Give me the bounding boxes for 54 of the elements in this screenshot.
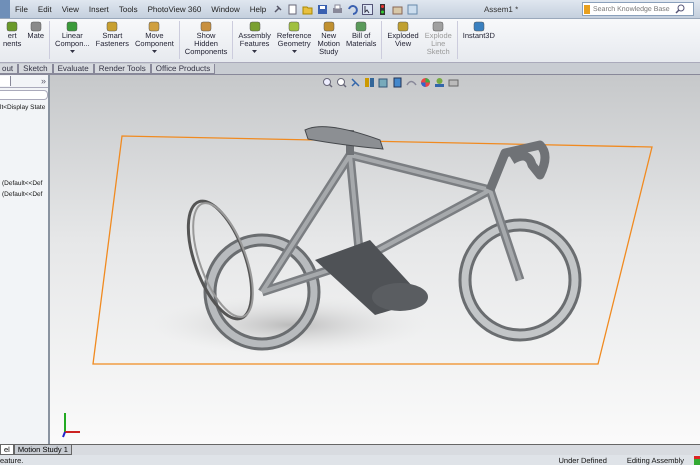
tool-icon (322, 21, 335, 32)
book-icon (583, 4, 591, 14)
command-tab[interactable]: out (0, 64, 18, 74)
appearance-icon[interactable] (420, 77, 431, 88)
menu-item[interactable]: Insert (84, 0, 114, 18)
print-icon[interactable] (332, 4, 344, 14)
dropdown-caret-icon (152, 50, 157, 54)
menu-item[interactable]: Window (206, 0, 245, 18)
tool-icon (30, 21, 42, 32)
open-folder-icon[interactable] (302, 4, 314, 14)
tool-icon (248, 21, 261, 32)
undo-icon[interactable] (347, 4, 358, 14)
command-tab[interactable]: Sketch (18, 64, 53, 74)
options-icon[interactable] (392, 4, 404, 14)
panel-tab[interactable] (0, 76, 11, 86)
menu-item[interactable]: PhotoView 360 (142, 0, 206, 18)
new-document-icon[interactable] (287, 4, 298, 14)
menu-item[interactable]: View (56, 0, 84, 18)
command-tab[interactable]: Evaluate (52, 64, 94, 74)
tool-icon (472, 21, 485, 32)
tool-icon (200, 21, 212, 32)
section-view-icon[interactable] (364, 77, 375, 88)
view-settings-icon[interactable] (448, 77, 459, 88)
menu-item[interactable]: Edit (32, 0, 57, 18)
menu-item[interactable]: Tools (114, 0, 143, 18)
search-icon[interactable] (675, 4, 685, 14)
display-style-icon[interactable] (392, 77, 403, 88)
command-tab[interactable]: Office Products (150, 64, 216, 74)
axis-triad-icon (60, 410, 82, 438)
rebuild-icon[interactable] (694, 456, 700, 464)
window-title: Assem1 * (482, 4, 520, 14)
tool-icon (66, 21, 78, 32)
dropdown-caret-icon (70, 50, 75, 54)
tool-icon (6, 21, 18, 32)
tool-icon (355, 21, 368, 32)
tool-icon (148, 21, 160, 32)
tool-icon (432, 21, 444, 32)
tool-icon (397, 21, 410, 32)
command-tab[interactable]: Render Tools (94, 64, 151, 74)
menu-item[interactable]: Help (244, 0, 272, 18)
expand-button[interactable]: » (40, 76, 46, 86)
zoom-fit-icon[interactable] (322, 77, 333, 88)
dropdown-caret-icon (252, 50, 258, 54)
view-orientation-icon[interactable] (378, 77, 389, 88)
scene-icon[interactable] (434, 77, 445, 88)
tool-icon (106, 21, 118, 32)
filter-field[interactable] (0, 90, 48, 100)
previous-view-icon[interactable] (350, 77, 361, 88)
tool-icon (288, 21, 300, 32)
menu-item[interactable]: File (10, 0, 33, 18)
zoom-area-icon[interactable] (336, 77, 347, 88)
save-icon[interactable] (317, 4, 328, 14)
layout-icon[interactable] (407, 4, 418, 14)
dropdown-caret-icon (292, 50, 297, 54)
